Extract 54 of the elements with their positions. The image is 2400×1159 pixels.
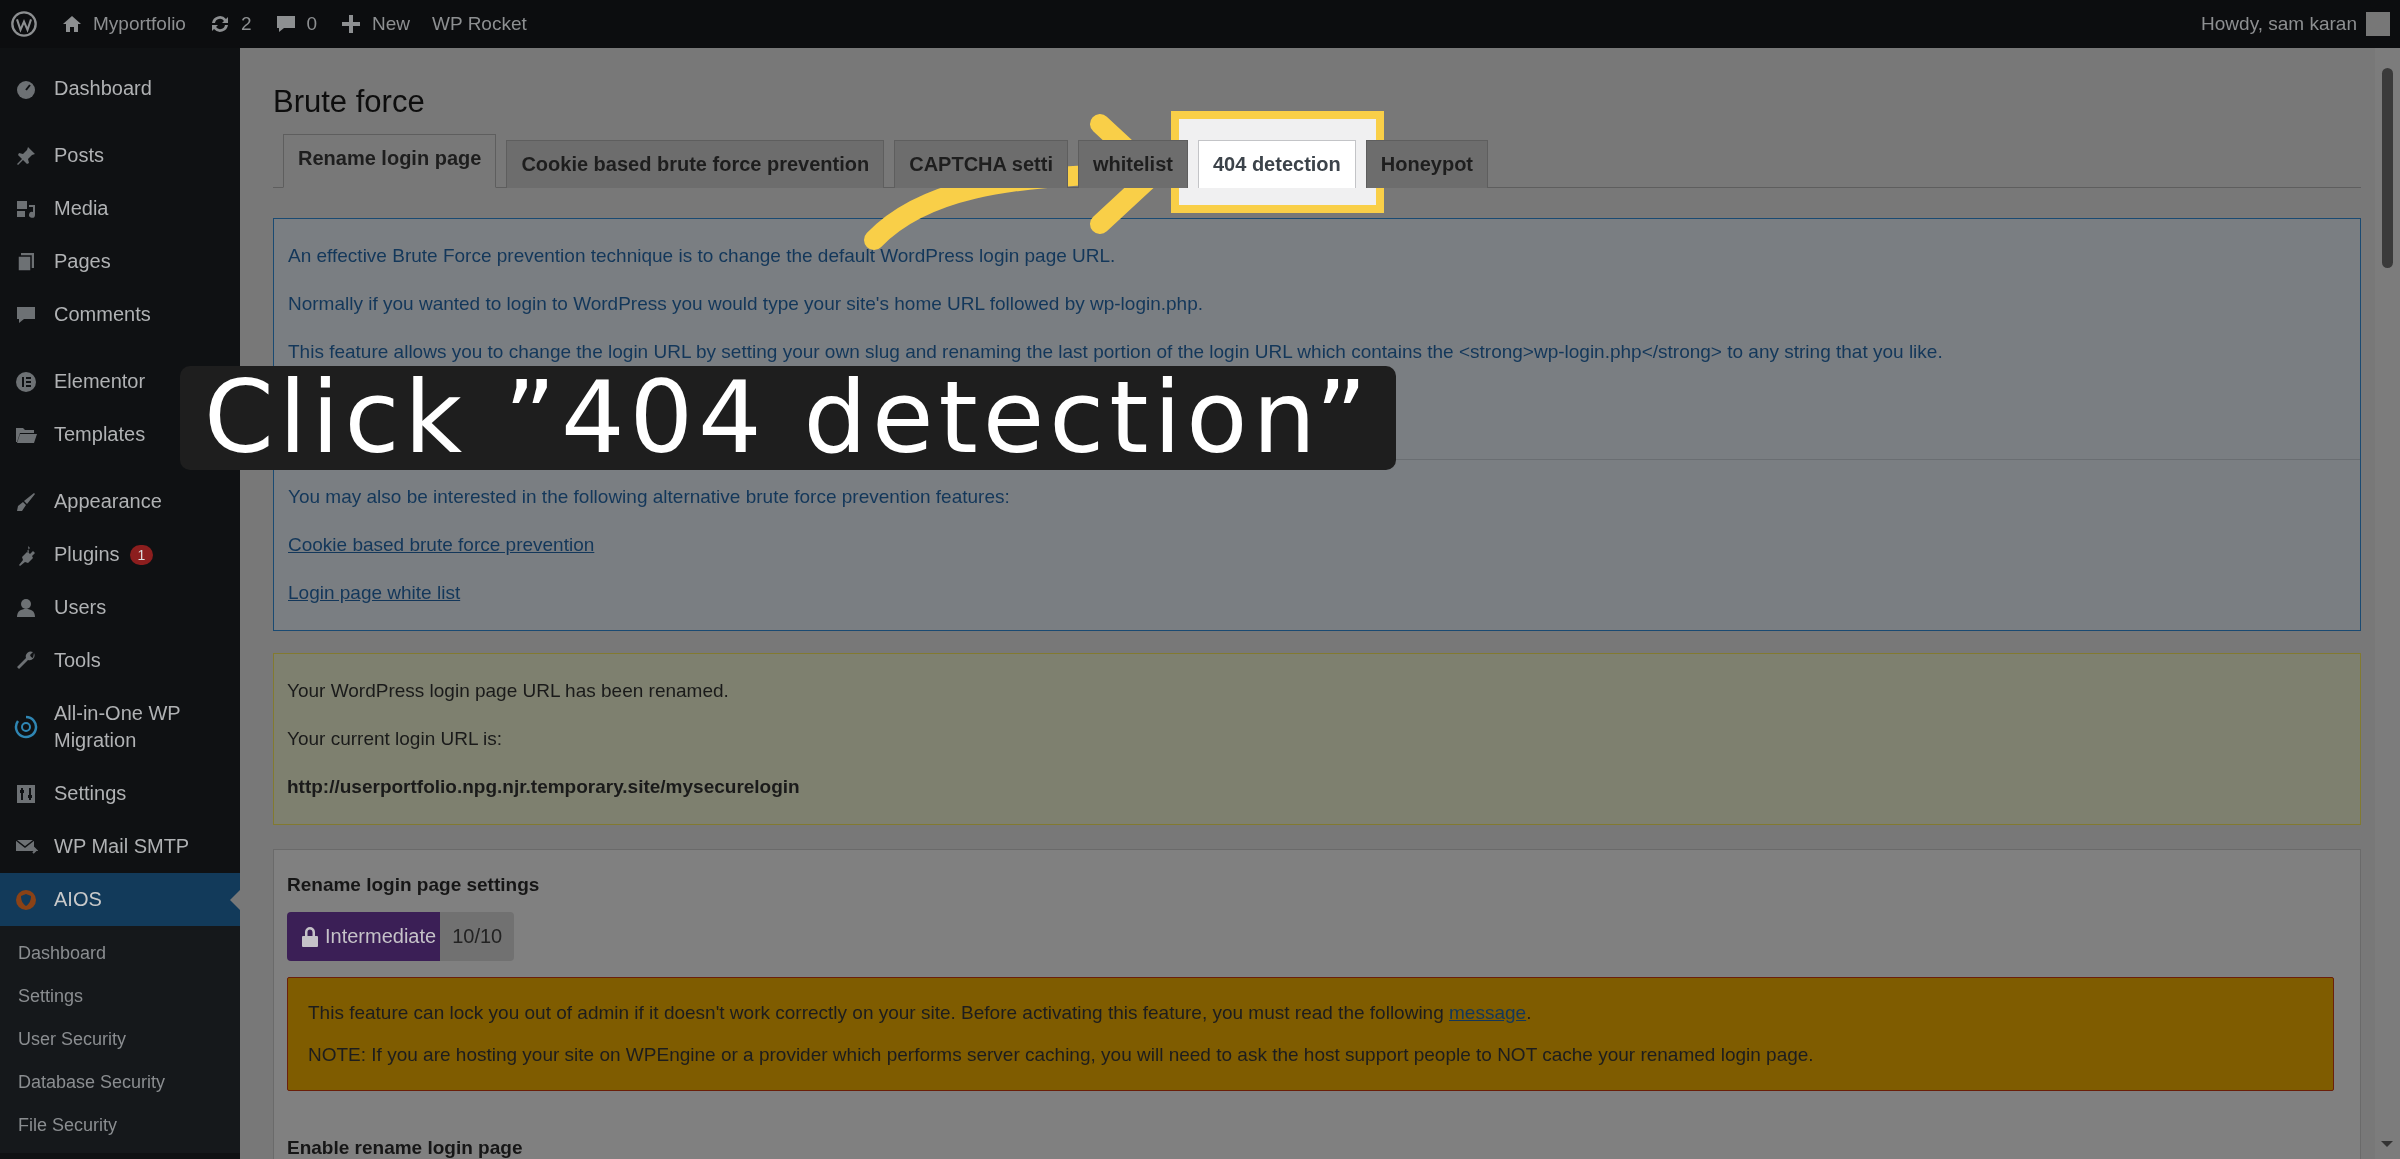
menu-item[interactable]: Plugins 1 [0, 528, 240, 581]
menu-item[interactable]: Users [0, 581, 240, 634]
section-title: Rename login page settings [287, 874, 541, 896]
tab[interactable]: Honeypot [1365, 140, 1488, 188]
padlock-icon [301, 925, 319, 948]
circular-arrow-icon [14, 715, 38, 739]
warning-text: This feature can lock you out of admin if it doesn't work correctly on your site. Before activating this feature, you must read the following message. [308, 1002, 1533, 1024]
toolbar-link[interactable]: Myportfolio [60, 12, 186, 36]
tab[interactable]: 404 detection [1197, 140, 1356, 188]
avatar-icon [2366, 12, 2390, 36]
wordpress-logo [10, 10, 38, 38]
info-text: Normally if you wanted to login to WordPress you would type your site's home URL followed by wp-login.php. [288, 293, 1204, 315]
submenu-item[interactable]: Settings [0, 975, 240, 1018]
account-menu[interactable]: Howdy, sam karan [2201, 12, 2390, 36]
toolbar-link[interactable]: WP Rocket [432, 13, 527, 35]
menu-item[interactable]: Pages [0, 235, 240, 288]
caption-tooltip: Click ”404 detection” [180, 366, 1397, 470]
menu-item[interactable]: Media [0, 182, 240, 235]
menu-item[interactable]: Appearance [0, 475, 240, 528]
shield-icon [14, 887, 38, 912]
submenu-item[interactable]: User Security [0, 1018, 240, 1061]
elementor-icon [14, 369, 38, 394]
menu-item[interactable]: Comments [0, 288, 240, 341]
submenu-item[interactable]: File Security [0, 1104, 240, 1147]
menu-item[interactable]: Settings [0, 767, 240, 820]
notice-text: Your current login URL is: [287, 728, 504, 750]
tab[interactable]: whitelist [1077, 140, 1188, 188]
tab[interactable]: Rename login page [283, 134, 497, 188]
count-badge: 1 [129, 544, 154, 565]
toolbar-link[interactable]: 0 [273, 12, 318, 36]
toolbar-link[interactable]: New [339, 12, 411, 36]
page-title: Brute force [273, 84, 426, 120]
menu-item[interactable]: WP Mail SMTP [0, 820, 240, 873]
info-text: You may also be interested in the following alternative brute force prevention features: [288, 486, 1011, 508]
level-badge: Intermediate [287, 912, 441, 961]
score-badge: 10/10 [440, 912, 515, 961]
menu-item[interactable]: All-in-One WP Migration [0, 687, 240, 767]
menu-item[interactable]: AIOS [0, 873, 240, 926]
tab[interactable]: CAPTCHA setti [894, 140, 1068, 188]
submenu-item[interactable]: Dashboard [0, 932, 240, 975]
info-text: An effective Brute Force prevention technique is to change the default WordPress login page URL. [288, 245, 1117, 267]
wordpress-logo-link[interactable] [10, 10, 38, 38]
field-label: Enable rename login page [287, 1137, 524, 1159]
toolbar-link[interactable]: 2 [207, 12, 252, 36]
info-text: This feature allows you to change the login URL by setting your own slug and renaming the last portion of the login URL which contains the <strong>wp-login.php</strong> to any string that you like. [288, 341, 1944, 363]
scrollbar-thumb[interactable] [2382, 68, 2393, 268]
tab[interactable]: Cookie based brute force prevention [506, 140, 885, 188]
menu-item[interactable]: Tools [0, 634, 240, 687]
menu-item[interactable]: Dashboard [0, 62, 240, 115]
warning-text: NOTE: If you are hosting your site on WPEngine or a provider which performs server caching, you will need to ask the host support people to NOT cache your renamed login page. [308, 1044, 1815, 1066]
notice-text: http://userportfolio.npg.njr.temporary.site/mysecurelogin [287, 776, 801, 798]
menu-item[interactable]: Posts [0, 129, 240, 182]
notice-text: Your WordPress login page URL has been renamed. [287, 680, 730, 702]
submenu-item[interactable]: Database Security [0, 1061, 240, 1104]
